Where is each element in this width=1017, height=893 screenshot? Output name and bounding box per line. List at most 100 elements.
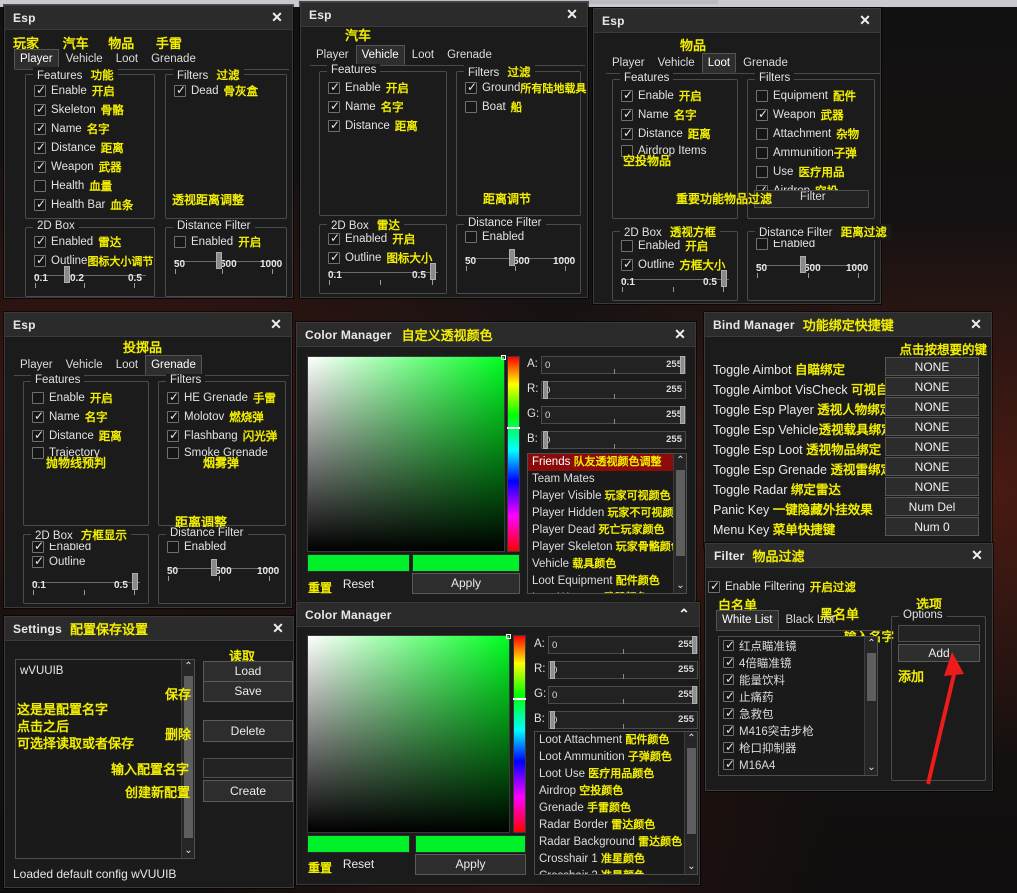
checkbox-icon[interactable]	[32, 392, 44, 404]
list-item[interactable]: 能量饮料	[719, 673, 877, 690]
tab-vehicle[interactable]: Vehicle	[652, 53, 701, 73]
reset-button[interactable]: Reset	[307, 575, 410, 594]
slider-distance[interactable]: 50 500 1000	[465, 257, 573, 273]
channel-handle[interactable]	[550, 661, 555, 679]
slider-distance[interactable]: 50 500 1000	[174, 260, 278, 276]
titlebar[interactable]: Settings 配置保存设置 ✕	[5, 617, 293, 641]
checkbox-icon[interactable]	[756, 90, 768, 102]
channel-slider-a[interactable]: 0 255	[541, 356, 686, 374]
bind-key-panic-key[interactable]: Num Del	[885, 497, 979, 516]
checkbox-name[interactable]: Name名字	[34, 121, 154, 137]
slider-handle[interactable]	[509, 249, 515, 266]
chevron-up-icon[interactable]: ⌃	[674, 454, 687, 468]
saturation-value-picker[interactable]	[307, 635, 510, 833]
checkbox-icon[interactable]	[756, 109, 768, 121]
checkbox-icon[interactable]	[621, 109, 633, 121]
channel-slider-b[interactable]: 0 255	[541, 431, 686, 449]
checkbox-distance-enabled[interactable]: Enabled	[167, 541, 285, 553]
tab-grenade[interactable]: Grenade	[737, 53, 794, 73]
filter-item-list[interactable]: 红点瞄准镜 4倍瞄准镜 能量饮料 止痛药 急救包 M416突击步枪 枪口抑制器 …	[718, 636, 878, 776]
checkbox-icon[interactable]	[34, 123, 46, 135]
titlebar[interactable]: Color Manager ⌃	[297, 603, 699, 627]
checkbox-health[interactable]: Health血量	[34, 178, 154, 194]
new-config-name-input[interactable]	[203, 758, 293, 778]
checkbox-icon[interactable]	[621, 259, 633, 271]
list-item[interactable]: Friends 队友透视颜色调整	[528, 454, 686, 471]
list-item[interactable]: Team Mates	[528, 471, 686, 488]
channel-handle[interactable]	[692, 686, 697, 704]
titlebar[interactable]: Esp ✕	[594, 9, 880, 33]
list-item[interactable]: Crosshair 1 准星颜色	[535, 851, 697, 868]
checkbox-attachment[interactable]: Attachment杂物	[756, 126, 874, 142]
checkbox-icon[interactable]	[167, 411, 179, 423]
close-icon[interactable]: ✕	[856, 11, 874, 29]
list-item[interactable]: M16A4	[719, 758, 877, 775]
checkbox-icon[interactable]	[167, 392, 179, 404]
titlebar[interactable]: Bind Manager 功能绑定快捷键 ✕	[705, 313, 991, 337]
hue-bar[interactable]	[513, 635, 526, 833]
tab-black-list[interactable]: Black List	[780, 610, 841, 630]
checkbox-icon[interactable]	[34, 142, 46, 154]
checkbox-icon[interactable]	[723, 708, 734, 719]
tab-player[interactable]: Player	[14, 355, 59, 375]
checkbox-icon[interactable]	[32, 411, 44, 423]
tab-player[interactable]: Player	[310, 45, 355, 65]
bind-key-toggle-esp-loot[interactable]: NONE	[885, 437, 979, 456]
slider-handle[interactable]	[64, 266, 70, 283]
window-bind-manager[interactable]: Bind Manager 功能绑定快捷键 ✕ 点击按想要的键 Toggle Ai…	[704, 312, 992, 548]
saturation-value-picker[interactable]	[307, 356, 505, 552]
checkbox-icon[interactable]	[756, 166, 768, 178]
checkbox-distance[interactable]: Distance距离	[328, 118, 446, 134]
checkbox-icon[interactable]	[465, 101, 477, 113]
checkbox-he-grenade[interactable]: HE Grenade手雷	[167, 390, 285, 406]
checkbox-ammunition[interactable]: Ammunition子弹	[756, 145, 874, 161]
channel-slider-r[interactable]: 0 255	[541, 381, 686, 399]
channel-slider-a[interactable]: 0 255	[548, 636, 698, 654]
slider-box-size[interactable]: 0.1 0.2 0.5	[34, 274, 146, 290]
channel-handle[interactable]	[680, 406, 685, 424]
checkbox-icon[interactable]	[621, 90, 633, 102]
checkbox-icon[interactable]	[32, 447, 44, 459]
checkbox-ground[interactable]: Ground所有陆地载具	[465, 80, 580, 96]
color-entry-list[interactable]: Friends 队友透视颜色调整 Team Mates Player Visib…	[527, 453, 687, 594]
list-item[interactable]: Loot Ammunition 子弹颜色	[535, 749, 697, 766]
window-filter[interactable]: Filter 物品过滤 ✕ Enable Filtering 开启过滤 白名单 …	[705, 543, 993, 791]
close-icon[interactable]: ✕	[671, 325, 689, 343]
list-item[interactable]: Loot Attachment 配件颜色	[535, 732, 697, 749]
channel-slider-g[interactable]: 0 255	[548, 686, 698, 704]
bind-key-toggle-esp-grenade[interactable]: NONE	[885, 457, 979, 476]
titlebar[interactable]: Esp ✕	[5, 6, 292, 30]
slider-distance[interactable]: 50 500 1000	[756, 264, 866, 280]
list-item[interactable]: Loot Equipment 配件颜色	[528, 573, 686, 590]
checkbox-icon[interactable]	[723, 725, 734, 736]
tab-player[interactable]: Player	[606, 53, 651, 73]
window-color-manager-top[interactable]: Color Manager 自定义透视颜色 ✕ 重置 Reset 修改 Appl…	[296, 322, 696, 602]
tab-loot[interactable]: Loot	[702, 53, 736, 73]
checkbox-dead[interactable]: Dead骨灰盒	[174, 83, 286, 99]
list-item[interactable]: Loot Use 医疗用品颜色	[535, 766, 697, 783]
slider-handle[interactable]	[216, 252, 222, 269]
slider-distance[interactable]: 50 500 1000	[167, 567, 277, 583]
scrollbar-thumb[interactable]	[687, 748, 696, 834]
checkbox-icon[interactable]	[621, 240, 633, 252]
checkbox-icon[interactable]	[34, 236, 46, 248]
list-item[interactable]: Radar Border 雷达颜色	[535, 817, 697, 834]
list-item[interactable]: Player Dead 死亡玩家颜色	[528, 522, 686, 539]
checkbox-name[interactable]: Name名字	[32, 409, 148, 425]
list-item[interactable]: Player Hidden 玩家不可视颜色	[528, 505, 686, 522]
checkbox-icon[interactable]	[756, 238, 768, 250]
list-item[interactable]: 枪口抑制器	[719, 741, 877, 758]
list-item[interactable]: M416突击步枪	[719, 724, 877, 741]
list-item[interactable]: Loot Weapon 武器颜色	[528, 590, 686, 594]
window-esp-player[interactable]: Esp ✕ 玩家 汽车 物品 手雷 Player Vehicle Loot Gr…	[4, 5, 293, 298]
list-item[interactable]: 急救包	[719, 707, 877, 724]
checkbox-icon[interactable]	[756, 128, 768, 140]
slider-box-size[interactable]: 0.1 0.5	[328, 271, 438, 287]
slider-box-size[interactable]: 0.1 0.5	[32, 581, 140, 597]
checkbox-enable[interactable]: Enable开启	[328, 80, 446, 96]
checkbox-icon[interactable]	[174, 85, 186, 97]
checkbox-distance[interactable]: Distance距离	[34, 140, 154, 156]
checkbox-weapon[interactable]: Weapon武器	[34, 159, 154, 175]
hue-bar[interactable]	[507, 356, 520, 552]
channel-slider-b[interactable]: 0 255	[548, 711, 698, 729]
